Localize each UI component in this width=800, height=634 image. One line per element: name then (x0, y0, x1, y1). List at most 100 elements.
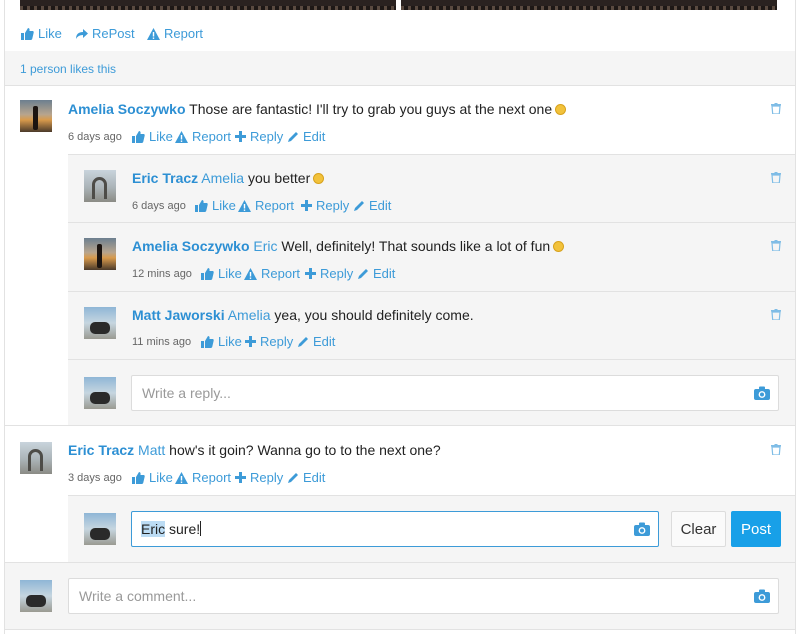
reply-edit-button[interactable]: Edit (298, 334, 335, 349)
comment-timestamp: 6 days ago (68, 131, 122, 143)
reply-input-placeholder: Write a reply... (142, 385, 231, 401)
pencil-icon (288, 132, 298, 142)
reply-reply-button[interactable]: Reply (301, 198, 349, 213)
post-photo-left[interactable] (20, 0, 396, 10)
comment-edit-button[interactable]: Edit (288, 129, 325, 144)
comment-input[interactable]: Write a comment... (68, 578, 779, 614)
comment-mention[interactable]: Matt (138, 442, 165, 458)
draft-text: sure! (169, 521, 201, 537)
plus-icon (235, 131, 246, 142)
plus-icon (235, 472, 246, 483)
emoji-icon (555, 104, 567, 115)
reply-edit-button[interactable]: Edit (358, 266, 395, 281)
divider (5, 425, 795, 426)
divider (5, 629, 795, 630)
warning-icon (238, 199, 251, 212)
reply-author[interactable]: Matt Jaworski (132, 307, 225, 323)
reply-input[interactable]: Write a reply... (131, 375, 779, 411)
post-repost-button[interactable]: RePost (75, 26, 135, 41)
thumbs-up-icon (201, 267, 214, 280)
avatar[interactable] (20, 100, 52, 132)
trash-icon[interactable] (771, 172, 781, 183)
reply-author[interactable]: Amelia Soczywko (132, 238, 250, 254)
reply-timestamp: 11 mins ago (132, 336, 192, 348)
trash-icon[interactable] (771, 240, 781, 251)
pencil-icon (288, 473, 298, 483)
comment-like-button[interactable]: Like (132, 470, 173, 485)
post-photo-right[interactable] (401, 0, 777, 10)
comment-body: how's it goin? Wanna go to to the next o… (169, 442, 441, 458)
likes-summary[interactable]: 1 person likes this (20, 62, 116, 76)
comment-text: Eric Tracz Matt how's it goin? Wanna go … (68, 441, 441, 459)
camera-icon[interactable] (754, 386, 770, 400)
reply-text: Matt Jaworski Amelia yea, you should def… (132, 306, 474, 324)
reply-input-active[interactable]: Eric sure! (131, 511, 659, 547)
thumbs-up-icon (21, 27, 34, 40)
comment-reply-button[interactable]: Reply (235, 129, 283, 144)
reply-edit-button[interactable]: Edit (354, 198, 391, 213)
camera-icon[interactable] (634, 522, 650, 536)
post-button[interactable]: Post (731, 511, 781, 547)
avatar[interactable] (84, 307, 116, 339)
emoji-icon (313, 173, 325, 184)
comment-body: Those are fantastic! I'll try to grab yo… (189, 101, 553, 117)
reply-body: you better (247, 170, 311, 186)
warning-icon (175, 471, 188, 484)
avatar (84, 513, 116, 545)
reply-report-button[interactable]: Report (244, 266, 300, 281)
comments-panel: Like RePost Report 1 person likes this A… (4, 0, 796, 634)
divider (68, 495, 795, 496)
reply-text: Amelia Soczywko Eric Well, definitely! T… (132, 237, 565, 255)
comment-report-button[interactable]: Report (175, 129, 231, 144)
avatar[interactable] (84, 170, 116, 202)
draft-mention[interactable]: Eric (141, 521, 166, 537)
plus-icon (245, 336, 256, 347)
comment-edit-button[interactable]: Edit (288, 470, 325, 485)
reply-like-button[interactable]: Like (201, 334, 242, 349)
comment-reply-button[interactable]: Reply (235, 470, 283, 485)
thumbs-up-icon (132, 130, 145, 143)
comment-like-button[interactable]: Like (132, 129, 173, 144)
divider (68, 222, 795, 223)
plus-icon (305, 268, 316, 279)
reply-body: yea, you should definitely come. (274, 307, 474, 323)
comment-text: Amelia Soczywko Those are fantastic! I'l… (68, 100, 567, 118)
pencil-icon (358, 269, 368, 279)
reply-draft: Eric sure! (141, 521, 202, 537)
reply-timestamp: 12 mins ago (132, 268, 192, 280)
warning-icon (244, 267, 257, 280)
post-report-button[interactable]: Report (147, 26, 203, 41)
comment-report-button[interactable]: Report (175, 470, 231, 485)
reply-like-button[interactable]: Like (201, 266, 242, 281)
clear-button[interactable]: Clear (671, 511, 726, 547)
avatar (84, 377, 116, 409)
repost-icon (76, 28, 88, 39)
thumbs-up-icon (201, 335, 214, 348)
avatar[interactable] (20, 442, 52, 474)
reply-mention[interactable]: Eric (253, 238, 277, 254)
trash-icon[interactable] (771, 103, 781, 114)
avatar[interactable] (84, 238, 116, 270)
reply-timestamp: 6 days ago (132, 200, 186, 212)
reply-like-button[interactable]: Like (195, 198, 236, 213)
reply-mention[interactable]: Amelia (201, 170, 244, 186)
text-caret (200, 521, 202, 536)
comment-author[interactable]: Eric Tracz (68, 442, 134, 458)
reply-reply-button[interactable]: Reply (305, 266, 353, 281)
comment-timestamp: 3 days ago (68, 472, 122, 484)
reply-report-button[interactable]: Report (238, 198, 294, 213)
comment-author[interactable]: Amelia Soczywko (68, 101, 186, 117)
camera-icon[interactable] (754, 589, 770, 603)
avatar (20, 580, 52, 612)
trash-icon[interactable] (771, 309, 781, 320)
trash-icon[interactable] (771, 444, 781, 455)
post-like-button[interactable]: Like (21, 26, 62, 41)
reply-reply-button[interactable]: Reply (245, 334, 293, 349)
thumbs-up-icon (132, 471, 145, 484)
pencil-icon (354, 201, 364, 211)
reply-mention[interactable]: Amelia (228, 307, 271, 323)
likes-bar (5, 51, 795, 85)
thumbs-up-icon (195, 199, 208, 212)
divider (68, 291, 795, 292)
reply-author[interactable]: Eric Tracz (132, 170, 198, 186)
